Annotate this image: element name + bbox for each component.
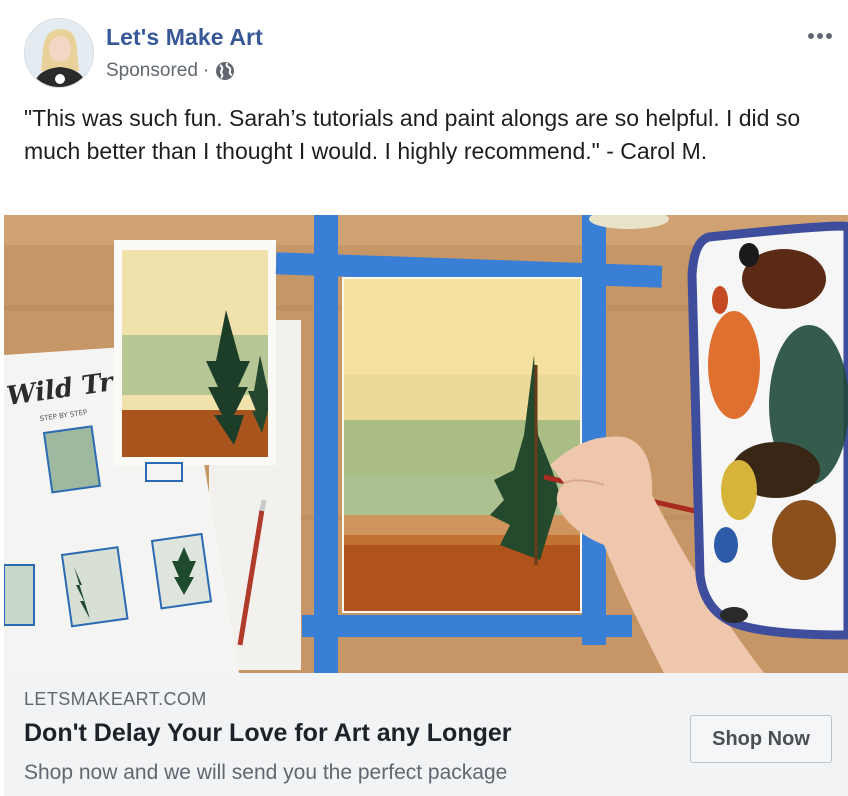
post-image[interactable]: Wild Trees STEP BY STEP — [4, 215, 848, 673]
post-message: "This was such fun. Sarah’s tutorials an… — [24, 105, 801, 164]
link-preview[interactable]: LETSMAKEART.COM Don't Delay Your Love fo… — [4, 673, 848, 796]
shop-now-button[interactable]: Shop Now — [690, 715, 832, 763]
more-options-icon[interactable] — [800, 24, 840, 48]
page-avatar[interactable] — [24, 18, 94, 88]
page-name-link[interactable]: Let's Make Art — [106, 24, 263, 51]
meta-separator: · — [202, 60, 210, 81]
sponsored-post: Let's Make Art Sponsored · "This was suc… — [0, 0, 848, 796]
post-header: Let's Make Art Sponsored · — [24, 18, 832, 90]
sponsored-label[interactable]: Sponsored — [106, 60, 198, 82]
link-headline[interactable]: Don't Delay Your Love for Art any Longer — [24, 719, 512, 748]
link-description: Shop now and we will send you the perfec… — [24, 761, 508, 784]
link-domain: LETSMAKEART.COM — [24, 689, 207, 709]
globe-icon[interactable] — [215, 61, 235, 81]
avatar-image — [25, 19, 93, 87]
post-meta: Sponsored · — [106, 60, 235, 82]
